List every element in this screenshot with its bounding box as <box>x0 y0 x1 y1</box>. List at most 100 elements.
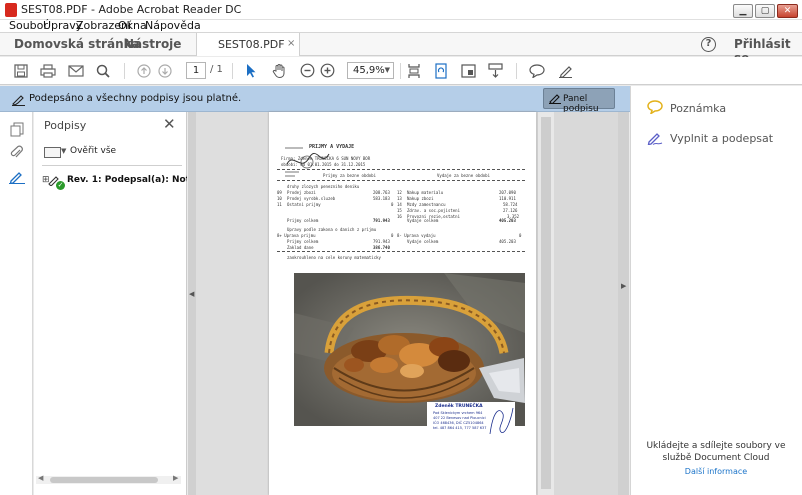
search-icon[interactable] <box>92 61 114 81</box>
doc-adjust-income-label: 8+ Uprava prijmu <box>277 233 316 238</box>
toolbar-separator <box>516 63 517 79</box>
doc-income-label: Prodej zbozi <box>287 190 316 195</box>
doc-rule <box>277 169 525 170</box>
more-info-link[interactable]: Další informace <box>641 467 791 476</box>
email-icon[interactable] <box>65 61 87 81</box>
rotate-icon[interactable] <box>430 61 452 81</box>
stamp-line: IČO 468436, DIČ CZ5104864 <box>433 421 484 425</box>
page-down-icon[interactable] <box>154 61 176 81</box>
doc-col-income: Prijmy za bezne obdobi <box>323 173 376 178</box>
tab-tools[interactable]: Nástroje <box>124 37 181 51</box>
close-window-button[interactable]: ✕ <box>777 4 798 18</box>
scroll-left-icon[interactable]: ◀ <box>38 474 43 482</box>
signature-panel-label: Panel podpisu <box>563 94 599 114</box>
doc-adjust-title: Upravy podle zakona o danich z prijmu <box>287 227 377 232</box>
acrobat-app-icon <box>5 3 17 17</box>
minimize-button[interactable]: ▁ <box>733 4 753 18</box>
note-tool[interactable]: Poznámka <box>670 102 726 115</box>
document-vertical-scrollbar[interactable] <box>537 112 554 495</box>
doc-expense-total2: 405.203 <box>499 239 516 244</box>
stamp-line: tel. 487 864 415, 777 587 637 <box>433 426 487 430</box>
close-tab-icon[interactable]: × <box>287 38 295 49</box>
collapse-right-icon[interactable]: ▶ <box>621 282 626 290</box>
select-tool-icon[interactable] <box>240 61 262 81</box>
page-up-icon[interactable] <box>133 61 155 81</box>
chevron-down-icon: ▼ <box>384 66 390 74</box>
document-cloud-promo: Ukládejte a sdílejte soubory ve službě D… <box>646 441 786 463</box>
menu-okna[interactable]: Okna <box>118 20 147 32</box>
zoom-level-value: 45,9% <box>353 65 385 76</box>
handwritten-signature <box>489 407 514 435</box>
doc-expense-code: 13 <box>397 196 402 201</box>
verify-all-button[interactable]: Ověřit vše <box>70 146 116 156</box>
company-stamp: Zdeněk TRUNEČKA Pod Sklenickym vrchem 96… <box>427 402 515 439</box>
title-bar: SEST08.PDF - Adobe Acrobat Reader DC ▁ ▢… <box>0 0 802 20</box>
right-pane-splitter[interactable]: ▶ <box>618 112 629 495</box>
comment-note-icon <box>647 100 663 116</box>
doc-expense-total-label: Vydaje celkem <box>407 218 439 223</box>
verify-options-icon[interactable] <box>44 147 61 158</box>
collapse-left-icon[interactable]: ◀ <box>189 290 194 298</box>
doc-income-value: 583.183 <box>373 196 390 201</box>
print-icon[interactable] <box>37 61 59 81</box>
scrollbar-thumb[interactable] <box>541 117 551 489</box>
stamp-line: Pod Sklenickym vrchem 964 <box>433 411 483 415</box>
valid-checkmark-icon: ✓ <box>56 181 65 190</box>
help-icon[interactable]: ? <box>701 37 716 52</box>
tab-document[interactable]: SEST08.PDF × <box>196 33 300 56</box>
tab-bar: Domovská stránka Nástroje SEST08.PDF × ?… <box>0 33 802 65</box>
left-pane-splitter[interactable]: ◀ <box>188 112 196 495</box>
doc-expense-code: 14 <box>397 202 402 207</box>
chevron-down-icon[interactable]: ▼ <box>61 147 66 155</box>
sign-icon[interactable] <box>554 61 576 81</box>
close-panel-icon[interactable]: ✕ <box>163 115 176 133</box>
doc-income-value: 0 <box>391 202 394 207</box>
doc-expense-code: 12 <box>397 190 402 195</box>
doc-adjust-income-value: 0 <box>391 233 394 238</box>
maximize-button[interactable]: ▢ <box>755 4 775 18</box>
scrollbar-thumb[interactable] <box>50 477 158 483</box>
doc-income-label: Ostatni prijmy <box>287 202 321 207</box>
stamp-name: Zdeněk TRUNEČKA <box>435 404 483 409</box>
fill-sign-icon <box>647 130 663 146</box>
scroll-mode-icon[interactable] <box>484 61 506 81</box>
hand-tool-icon[interactable] <box>268 61 290 81</box>
doc-income-code: 09 <box>277 190 282 195</box>
scroll-right-icon[interactable]: ▶ <box>173 474 178 482</box>
doc-income-total2: 791.943 <box>373 239 390 244</box>
pages-icon[interactable] <box>9 122 25 138</box>
fill-and-sign-tool[interactable]: Vyplnit a podepsat <box>670 132 773 145</box>
doc-rule <box>277 251 525 252</box>
signature-status-text: Podepsáno a všechny podpisy jsou platné. <box>29 93 242 104</box>
zoom-level-select[interactable]: 45,9% ▼ <box>347 62 394 79</box>
doc-expense-value: 27.126 <box>503 208 518 213</box>
attachments-icon[interactable] <box>9 145 25 161</box>
signatures-panel: Podpisy ✕ ▼ Ověřit vše ⊞ ✓ Rev. 1: Podep… <box>34 112 187 495</box>
zoom-in-icon[interactable] <box>316 61 338 81</box>
doc-firm-line: Firma: Zdenek TRUNECKA 6 SUN NOVY BOR <box>281 156 371 161</box>
fit-page-icon[interactable] <box>403 61 425 81</box>
page-total-label: / 1 <box>210 64 223 75</box>
doc-expense-value: 58.724 <box>503 202 518 207</box>
toolbar-separator <box>232 63 233 79</box>
acrobat-window: SEST08.PDF - Adobe Acrobat Reader DC ▁ ▢… <box>0 0 802 495</box>
panel-horizontal-scrollbar[interactable]: ◀ ▶ <box>36 474 181 484</box>
signature-panel-button[interactable]: Panel podpisu <box>543 88 615 114</box>
doc-adjust-expense-label: 8- Uprava vydaju <box>397 233 436 238</box>
signature-entry[interactable]: Rev. 1: Podepsal(a): Not specified <box>67 175 187 185</box>
signatures-panel-icon[interactable] <box>9 169 25 185</box>
toolbar: 1 / 1 45,9% ▼ <box>0 57 802 85</box>
pdf-page: PRIJMY A VYDAJE Firma: Zdenek TRUNECKA 6… <box>269 112 536 495</box>
doc-expense-total: 405.203 <box>499 218 516 223</box>
fullscreen-icon[interactable] <box>457 61 479 81</box>
save-icon[interactable] <box>10 61 32 81</box>
comment-icon[interactable] <box>526 61 548 81</box>
zoom-out-icon[interactable] <box>296 61 318 81</box>
menu-napoveda[interactable]: Nápověda <box>145 20 201 32</box>
tab-home[interactable]: Domovská stránka <box>14 37 140 51</box>
doc-period-line: obdobi: od 01.01.2015 do 31.12.2015 <box>281 162 366 167</box>
signature-status-banner: Podepsáno a všechny podpisy jsou platné.… <box>0 86 630 114</box>
doc-income-code: 10 <box>277 196 282 201</box>
doc-tax-base: 386.740 <box>373 245 390 250</box>
page-number-input[interactable]: 1 <box>186 62 206 79</box>
